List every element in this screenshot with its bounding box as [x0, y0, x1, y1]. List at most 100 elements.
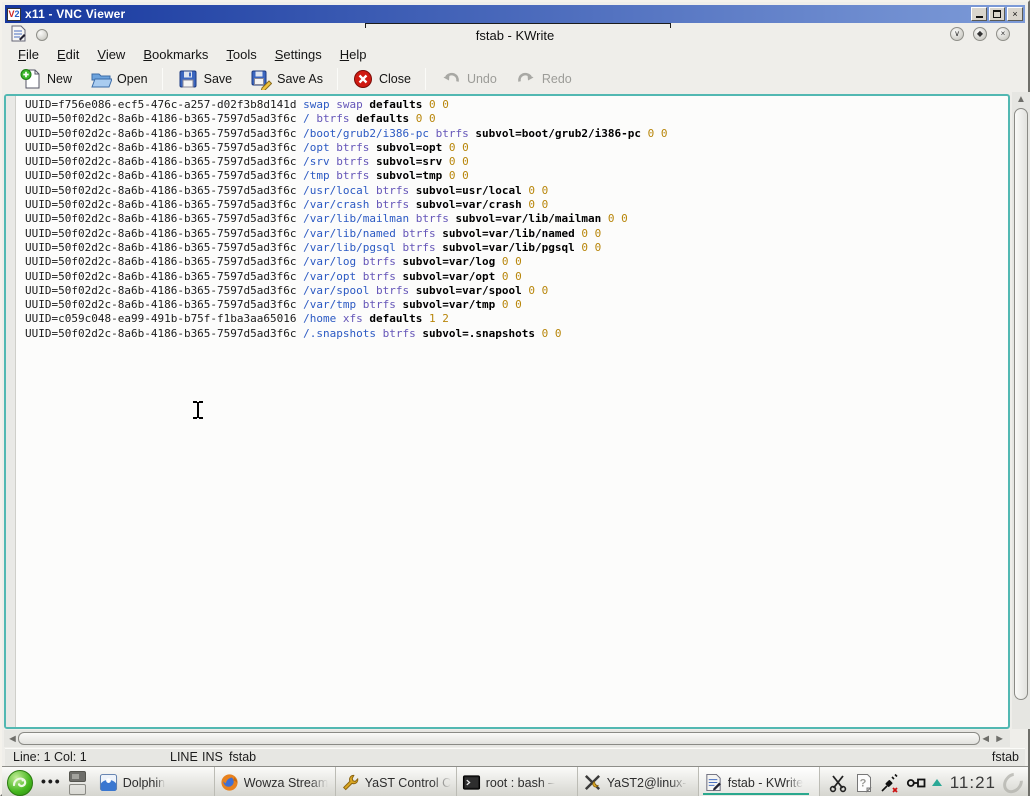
toolbar-button-label: Redo	[541, 72, 572, 86]
fstab-line: UUID=50f02d2c-8a6b-4186-b365-7597d5ad3f6…	[25, 298, 522, 312]
undo-button: Undo	[431, 66, 506, 93]
desktop-corner-icon[interactable]	[999, 768, 1027, 796]
fstab-line: UUID=50f02d2c-8a6b-4186-b365-7597d5ad3f6…	[25, 255, 522, 269]
toolbar-button-label: Save	[203, 72, 233, 86]
fstab-line: UUID=50f02d2c-8a6b-4186-b365-7597d5ad3f6…	[25, 183, 549, 197]
task-label: Dolphin	[122, 775, 166, 790]
toolbar-button-label: Open	[117, 72, 148, 86]
task-dolphin[interactable]: Dolphin	[94, 767, 215, 796]
document-name-label: fstab	[229, 750, 257, 764]
minimize-button[interactable]	[971, 7, 987, 21]
panel-expand-arrow-icon[interactable]	[931, 779, 942, 786]
menu-settings[interactable]: Settings	[266, 46, 331, 63]
kwrite-close-button[interactable]: ×	[996, 27, 1010, 41]
toolbar-separator	[424, 68, 426, 90]
close-button[interactable]: ×	[1007, 7, 1023, 21]
kwrite-maximize-button[interactable]: ◆	[973, 27, 987, 41]
scroll-up-icon[interactable]: ▲	[1012, 94, 1030, 105]
close-button[interactable]: Close	[343, 66, 420, 93]
task-root-bash[interactable]: root : bash –	[457, 767, 578, 796]
kwrite-window-title: fstab - KWrite	[475, 28, 555, 43]
desktop-pager[interactable]	[68, 770, 86, 795]
task-label: YaST Control C	[364, 775, 451, 790]
save-as-icon	[250, 68, 273, 90]
fstab-line: UUID=50f02d2c-8a6b-4186-b365-7597d5ad3f6…	[25, 112, 436, 126]
fstab-line: UUID=50f02d2c-8a6b-4186-b365-7597d5ad3f6…	[25, 283, 549, 297]
fstab-content[interactable]: UUID=f756e086-ecf5-476c-a257-d02f3b8d141…	[25, 98, 1008, 341]
panel-handle-dots-icon[interactable]: •••	[41, 773, 62, 789]
selection-mode-label[interactable]: LINE	[170, 750, 198, 764]
undo-icon	[440, 68, 462, 90]
new-button[interactable]: New	[11, 66, 81, 93]
start-menu-button[interactable]	[7, 769, 33, 796]
fstab-line: UUID=f756e086-ecf5-476c-a257-d02f3b8d141…	[25, 98, 449, 111]
task-label: root : bash –	[485, 775, 556, 790]
fstab-line: UUID=50f02d2c-8a6b-4186-b365-7597d5ad3f6…	[25, 212, 628, 226]
save-icon	[177, 68, 199, 90]
kwrite-titlebar[interactable]: fstab - KWrite ∨ ◆ ×	[5, 23, 1025, 45]
wrench-icon	[341, 773, 360, 792]
menu-help[interactable]: Help	[331, 46, 376, 63]
vnc-viewer-window: V2 x11 - VNC Viewer × fstab - KWrite ∨ ◆…	[0, 0, 1030, 796]
vertical-scrollbar-thumb[interactable]	[1014, 108, 1028, 700]
firefox-icon	[220, 773, 239, 792]
dolphin-icon	[99, 773, 118, 792]
insert-mode-label[interactable]: INS	[202, 750, 223, 764]
task-label: fstab - KWrite	[727, 775, 804, 790]
scissors-icon[interactable]	[828, 773, 848, 793]
toolbar: New Open Save Save As Close Undo Redo	[5, 64, 1025, 94]
toolbar-button-label: New	[47, 72, 73, 86]
vertical-scrollbar[interactable]: ▲	[1012, 92, 1030, 729]
close-document-icon	[352, 68, 374, 90]
open-folder-icon	[90, 68, 113, 90]
system-tray: ?	[828, 773, 926, 793]
toolbar-button-label: Close	[378, 72, 411, 86]
toolbar-button-label: Save As	[277, 72, 323, 86]
pager-desktop-2[interactable]	[68, 783, 86, 795]
vnc-logo-icon: V2	[7, 7, 21, 21]
clock[interactable]: 11:21	[950, 773, 996, 793]
menu-tools[interactable]: Tools	[217, 46, 265, 63]
text-editor[interactable]: UUID=f756e086-ecf5-476c-a257-d02f3b8d141…	[4, 94, 1010, 729]
menu-bookmarks[interactable]: Bookmarks	[134, 46, 217, 63]
document-name-right-label: fstab	[991, 750, 1019, 764]
open-button[interactable]: Open	[81, 66, 157, 93]
task-fstab-kwrite[interactable]: fstab - KWrite	[698, 767, 820, 796]
save-button[interactable]: Save	[168, 66, 242, 93]
question-document-icon[interactable]: ?	[854, 773, 874, 793]
menubar: File Edit View Bookmarks Tools Settings Help	[5, 45, 1025, 64]
plug-disconnected-icon[interactable]	[880, 773, 900, 793]
task-buttons: Dolphin Wowza Stream YaST Control C root : …	[94, 767, 820, 796]
statusbar: Line: 1 Col: 1 LINE INS fstab fstab	[5, 748, 1025, 766]
toolbar-separator	[161, 68, 163, 90]
menu-view[interactable]: View	[88, 46, 134, 63]
task-wowza-stream[interactable]: Wowza Stream	[215, 767, 336, 796]
fstab-line: UUID=50f02d2c-8a6b-4186-b365-7597d5ad3f6…	[25, 326, 562, 340]
maximize-button[interactable]	[989, 7, 1005, 21]
terminal-icon	[462, 773, 481, 792]
connector-icon[interactable]	[906, 773, 926, 793]
taskbar-panel: ••• Dolphin Wowza Stream YaST Control C roo…	[2, 766, 1028, 796]
fstab-line: UUID=50f02d2c-8a6b-4186-b365-7597d5ad3f6…	[25, 240, 602, 254]
new-document-icon	[20, 68, 42, 90]
horizontal-scrollbar-thumb[interactable]	[18, 732, 980, 745]
fstab-line: UUID=50f02d2c-8a6b-4186-b365-7597d5ad3f6…	[25, 140, 469, 154]
vnc-titlebar[interactable]: V2 x11 - VNC Viewer ×	[5, 5, 1025, 23]
vnc-window-title: x11 - VNC Viewer	[25, 7, 126, 21]
save-as-button[interactable]: Save As	[241, 66, 332, 93]
icon-border-gutter	[6, 96, 16, 727]
svg-text:?: ?	[859, 777, 866, 789]
fstab-line: UUID=50f02d2c-8a6b-4186-b365-7597d5ad3f6…	[25, 126, 668, 140]
horizontal-scrollbar[interactable]: ◄ ◄►	[4, 730, 1010, 747]
menu-file[interactable]: File	[9, 46, 48, 63]
kwrite-minimize-button[interactable]: ∨	[950, 27, 964, 41]
pager-desktop-1[interactable]	[68, 770, 86, 782]
fstab-line: UUID=50f02d2c-8a6b-4186-b365-7597d5ad3f6…	[25, 169, 469, 183]
task-yast-control-c[interactable]: YaST Control C	[336, 767, 457, 796]
menu-edit[interactable]: Edit	[48, 46, 88, 63]
task-yast2-linux[interactable]: YaST2@linux-	[578, 767, 699, 796]
task-label: YaST2@linux-	[606, 775, 687, 790]
scroll-left-right-icons[interactable]: ◄►	[980, 733, 1008, 745]
redo-icon	[515, 68, 537, 90]
fstab-line: UUID=50f02d2c-8a6b-4186-b365-7597d5ad3f6…	[25, 269, 522, 283]
